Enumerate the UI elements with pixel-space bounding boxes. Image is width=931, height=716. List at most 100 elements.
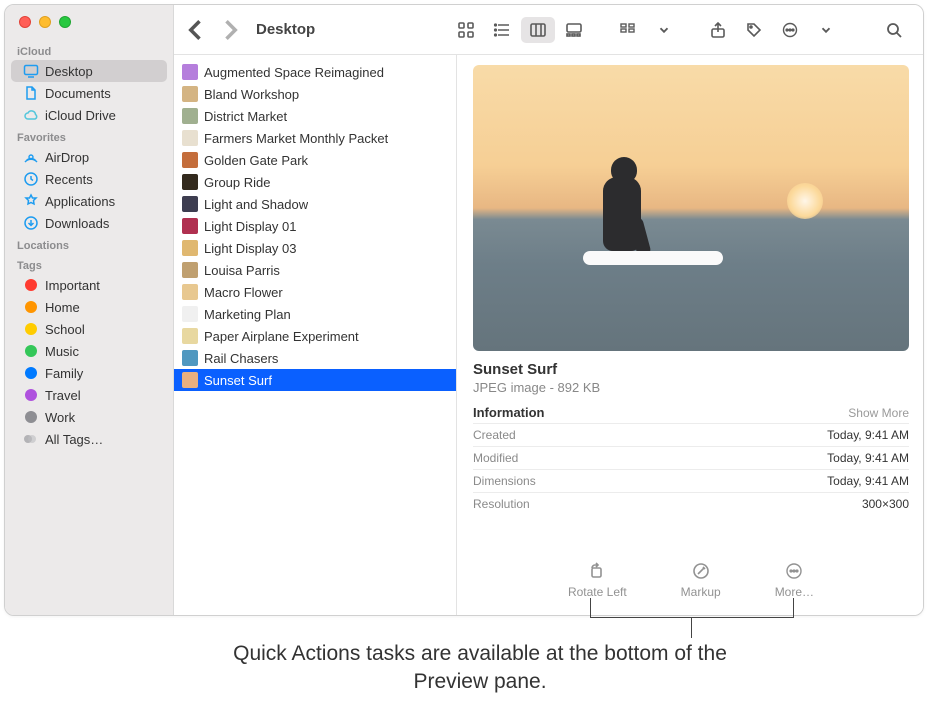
info-row: DimensionsToday, 9:41 AM bbox=[473, 469, 909, 492]
sidebar-item-home[interactable]: Home bbox=[11, 296, 167, 318]
quick-action-rotate-left[interactable]: Rotate Left bbox=[568, 561, 627, 599]
column-view-button[interactable] bbox=[521, 17, 555, 43]
action-menu-button[interactable] bbox=[773, 17, 807, 43]
file-thumbnail-icon bbox=[182, 262, 198, 278]
file-label: Farmers Market Monthly Packet bbox=[204, 131, 388, 146]
file-thumbnail-icon bbox=[182, 130, 198, 146]
close-window-button[interactable] bbox=[19, 16, 31, 28]
info-value: Today, 9:41 AM bbox=[827, 428, 909, 442]
zoom-window-button[interactable] bbox=[59, 16, 71, 28]
file-item[interactable]: Light Display 03 bbox=[174, 237, 456, 259]
file-item[interactable]: Louisa Parris bbox=[174, 259, 456, 281]
markup-icon bbox=[691, 561, 711, 581]
all-tags-icon bbox=[23, 431, 39, 447]
list-view-button[interactable] bbox=[485, 17, 519, 43]
preview-file-name: Sunset Surf bbox=[473, 361, 909, 378]
sidebar-item-family[interactable]: Family bbox=[11, 362, 167, 384]
sidebar-item-school[interactable]: School bbox=[11, 318, 167, 340]
sidebar-item-work[interactable]: Work bbox=[11, 406, 167, 428]
preview-thumbnail[interactable] bbox=[473, 65, 909, 351]
sidebar-item-label: Music bbox=[45, 344, 79, 359]
minimize-window-button[interactable] bbox=[39, 16, 51, 28]
file-list-column[interactable]: Augmented Space Reimagined Bland Workshop… bbox=[174, 55, 457, 615]
sidebar-item-downloads[interactable]: Downloads bbox=[11, 212, 167, 234]
quick-action-label: Markup bbox=[681, 585, 721, 599]
window-title: Desktop bbox=[256, 21, 315, 38]
file-thumbnail-icon bbox=[182, 174, 198, 190]
file-item[interactable]: Sunset Surf bbox=[174, 369, 456, 391]
file-label: Louisa Parris bbox=[204, 263, 280, 278]
share-button[interactable] bbox=[701, 17, 735, 43]
gallery-view-button[interactable] bbox=[557, 17, 591, 43]
toolbar: Desktop bbox=[174, 5, 923, 55]
file-thumbnail-icon bbox=[182, 350, 198, 366]
sidebar-item-label: Desktop bbox=[45, 64, 93, 79]
file-label: Golden Gate Park bbox=[204, 153, 308, 168]
tag-dot bbox=[23, 321, 39, 337]
sidebar-item-recents[interactable]: Recents bbox=[11, 168, 167, 190]
file-item[interactable]: Paper Airplane Experiment bbox=[174, 325, 456, 347]
search-button[interactable] bbox=[877, 17, 911, 43]
info-value: Today, 9:41 AM bbox=[827, 474, 909, 488]
sidebar-item-airdrop[interactable]: AirDrop bbox=[11, 146, 167, 168]
file-thumbnail-icon bbox=[182, 196, 198, 212]
file-item[interactable]: Rail Chasers bbox=[174, 347, 456, 369]
sidebar-section-header[interactable]: Tags bbox=[5, 254, 173, 274]
file-thumbnail-icon bbox=[182, 152, 198, 168]
tags-button[interactable] bbox=[737, 17, 771, 43]
sidebar-item-all-tags-[interactable]: All Tags… bbox=[11, 428, 167, 450]
file-item[interactable]: Golden Gate Park bbox=[174, 149, 456, 171]
info-row: Resolution300×300 bbox=[473, 492, 909, 515]
sidebar-item-applications[interactable]: Applications bbox=[11, 190, 167, 212]
sidebar-section-header[interactable]: Locations bbox=[5, 234, 173, 254]
finder-window: iCloud Desktop DocumentsiCloud DriveFavori… bbox=[4, 4, 924, 616]
group-by-chevron[interactable] bbox=[647, 17, 681, 43]
file-item[interactable]: District Market bbox=[174, 105, 456, 127]
file-item[interactable]: Bland Workshop bbox=[174, 83, 456, 105]
sidebar-item-desktop[interactable]: Desktop bbox=[11, 60, 167, 82]
file-label: Group Ride bbox=[204, 175, 270, 190]
callout-bracket bbox=[590, 598, 794, 618]
file-item[interactable]: Farmers Market Monthly Packet bbox=[174, 127, 456, 149]
icon-view-button[interactable] bbox=[449, 17, 483, 43]
tag-dot bbox=[23, 409, 39, 425]
preview-pane: Sunset Surf JPEG image - 892 KB Informat… bbox=[457, 55, 923, 615]
file-label: Bland Workshop bbox=[204, 87, 299, 102]
sidebar-item-travel[interactable]: Travel bbox=[11, 384, 167, 406]
sidebar-item-icloud-drive[interactable]: iCloud Drive bbox=[11, 104, 167, 126]
info-row: CreatedToday, 9:41 AM bbox=[473, 423, 909, 446]
sidebar-item-label: Work bbox=[45, 410, 75, 425]
file-item[interactable]: Macro Flower bbox=[174, 281, 456, 303]
file-label: Rail Chasers bbox=[204, 351, 278, 366]
file-item[interactable]: Light and Shadow bbox=[174, 193, 456, 215]
file-label: Macro Flower bbox=[204, 285, 283, 300]
file-thumbnail-icon bbox=[182, 306, 198, 322]
sidebar-item-important[interactable]: Important bbox=[11, 274, 167, 296]
file-item[interactable]: Group Ride bbox=[174, 171, 456, 193]
sidebar-section-header[interactable]: Favorites bbox=[5, 126, 173, 146]
quick-action-label: Rotate Left bbox=[568, 585, 627, 599]
group-by-button[interactable] bbox=[611, 17, 645, 43]
sidebar-item-label: Downloads bbox=[45, 216, 109, 231]
sidebar-section-header[interactable]: iCloud bbox=[5, 40, 173, 60]
forward-button[interactable] bbox=[216, 16, 244, 44]
file-label: Augmented Space Reimagined bbox=[204, 65, 384, 80]
file-thumbnail-icon bbox=[182, 284, 198, 300]
sidebar-item-documents[interactable]: Documents bbox=[11, 82, 167, 104]
file-item[interactable]: Augmented Space Reimagined bbox=[174, 61, 456, 83]
show-more-button[interactable]: Show More bbox=[848, 406, 909, 420]
action-menu-chevron[interactable] bbox=[809, 17, 843, 43]
file-label: Light and Shadow bbox=[204, 197, 308, 212]
sidebar-item-music[interactable]: Music bbox=[11, 340, 167, 362]
file-thumbnail-icon bbox=[182, 64, 198, 80]
info-row: ModifiedToday, 9:41 AM bbox=[473, 446, 909, 469]
content-split: Augmented Space Reimagined Bland Workshop… bbox=[174, 55, 923, 615]
file-label: Light Display 03 bbox=[204, 241, 297, 256]
file-item[interactable]: Light Display 01 bbox=[174, 215, 456, 237]
file-label: District Market bbox=[204, 109, 287, 124]
back-button[interactable] bbox=[182, 16, 210, 44]
file-item[interactable]: Marketing Plan bbox=[174, 303, 456, 325]
window-controls bbox=[5, 13, 173, 40]
quick-action-more-[interactable]: More… bbox=[775, 561, 814, 599]
quick-action-markup[interactable]: Markup bbox=[681, 561, 721, 599]
